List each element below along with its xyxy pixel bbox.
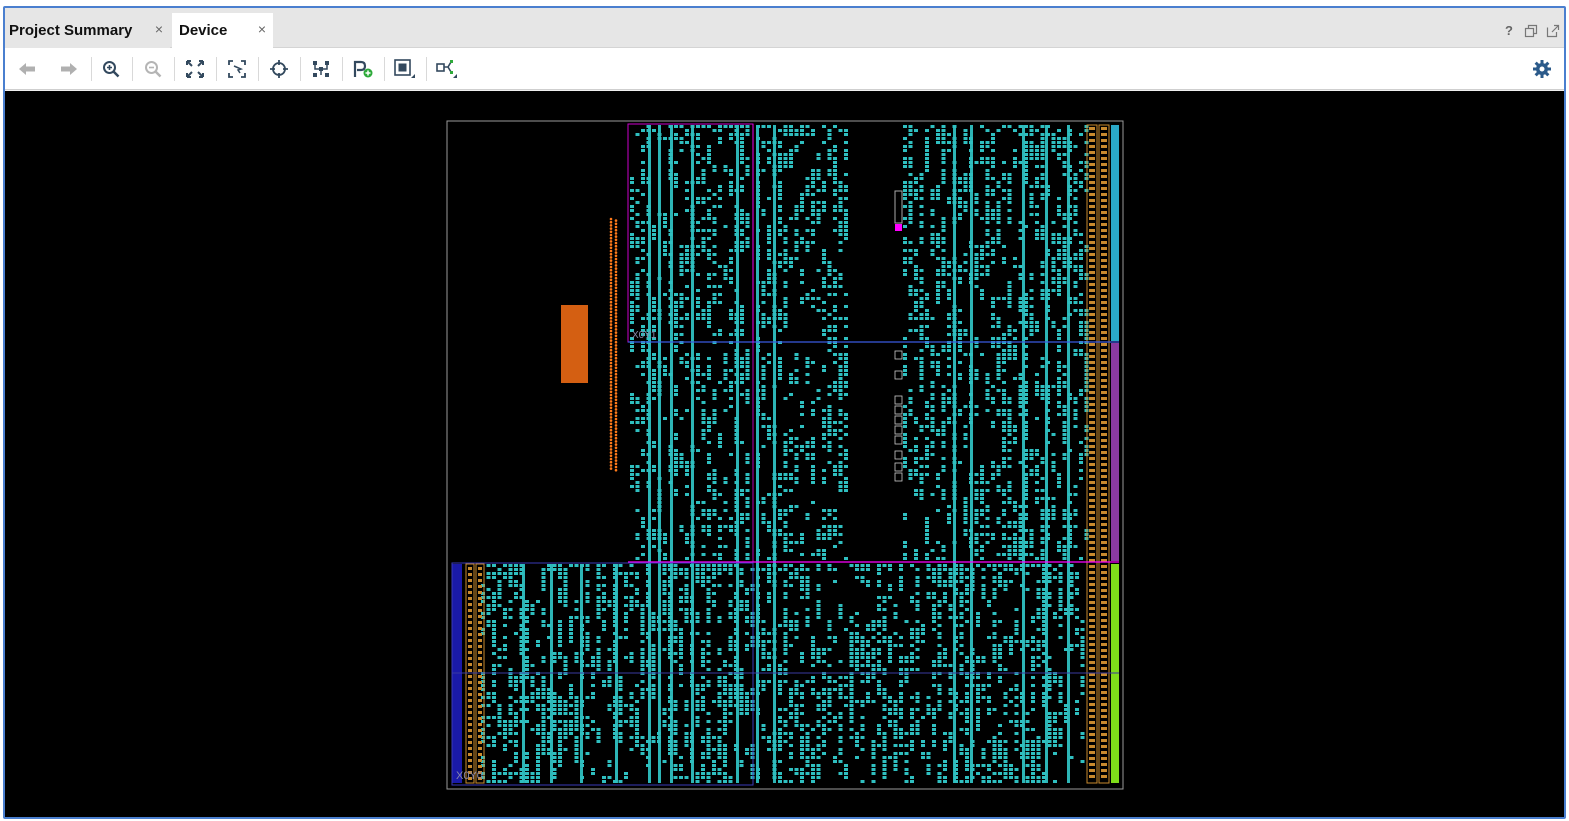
toolbar-separator: [91, 57, 92, 81]
tab-project-summary-label: Project Summary: [9, 22, 133, 39]
resource-column: [648, 125, 651, 783]
pblock-rectangle[interactable]: [561, 305, 588, 383]
site-outline: [894, 405, 903, 415]
toolbar-separator: [174, 57, 175, 81]
resource-column: [970, 125, 973, 783]
resource-column: [773, 125, 776, 783]
device-canvas[interactable]: X0Y1 X0Y0: [5, 91, 1566, 819]
resource-column: [756, 125, 759, 783]
device-floorplan[interactable]: X0Y1 X0Y0: [5, 91, 1566, 819]
resource-column: [1022, 125, 1025, 783]
create-pblock-button[interactable]: [351, 57, 375, 81]
tab-device[interactable]: Device ×: [172, 13, 273, 48]
toolbar-separator: [342, 57, 343, 81]
zoom-selected-button[interactable]: [225, 57, 249, 81]
region-stripe: [1111, 125, 1119, 341]
close-icon[interactable]: ×: [255, 22, 269, 36]
device-view-options-button[interactable]: [393, 57, 417, 81]
arrow-right-icon: [61, 63, 77, 75]
clock-region-label-x0y1: X0Y1: [632, 330, 657, 341]
placed-pins: [609, 217, 618, 472]
help-icon[interactable]: ?: [1502, 24, 1516, 38]
toolbar-separator: [300, 57, 301, 81]
site-outline: [894, 462, 903, 472]
nets-options-icon: [436, 60, 457, 78]
clock-region-label-x0y0: X0Y0: [456, 770, 483, 782]
clock-region-outline: [627, 123, 754, 343]
float-icon[interactable]: [1546, 24, 1560, 38]
site-outline: [894, 370, 903, 380]
pblock-add-icon: [353, 60, 373, 78]
expand-icon: [186, 60, 204, 78]
resource-column: [1067, 125, 1070, 783]
site-outline: [894, 395, 903, 405]
region-stripe: [1111, 343, 1119, 561]
back-button[interactable]: [15, 57, 39, 81]
tab-strip: Project Summary × Device × ?: [5, 8, 1564, 48]
tab-device-label: Device: [179, 22, 228, 39]
toolbar-separator: [132, 57, 133, 81]
gear-icon[interactable]: [1530, 57, 1554, 81]
selected-site: [895, 224, 902, 231]
device-window: Project Summary × Device × ? X0Y1 X0Y0: [3, 6, 1566, 819]
routing-icon: [313, 61, 329, 77]
site-outline: [894, 450, 903, 460]
window-controls: ?: [1502, 24, 1560, 38]
site-outline: [894, 350, 903, 360]
logic-cells: [481, 125, 1089, 783]
zoom-in-icon: [103, 61, 120, 78]
toolbar-separator: [384, 57, 385, 81]
zoom-fit-button[interactable]: [183, 57, 207, 81]
toolbar-separator: [426, 57, 427, 81]
toolbar-separator: [258, 57, 259, 81]
tab-project-summary[interactable]: Project Summary ×: [5, 13, 170, 48]
site-outline: [894, 425, 903, 435]
resource-column: [1045, 125, 1048, 783]
resource-column: [670, 125, 673, 783]
nets-options-button[interactable]: [435, 57, 459, 81]
site-outline: [894, 415, 903, 425]
autofit-selection-button[interactable]: [267, 57, 291, 81]
crosshair-icon: [270, 60, 288, 78]
selected-site-outline: [894, 190, 903, 224]
view-options-icon: [394, 59, 415, 78]
show-routing-button[interactable]: [309, 57, 333, 81]
site-outline: [894, 472, 903, 482]
site-outline: [894, 435, 903, 445]
restore-icon[interactable]: [1524, 24, 1538, 38]
zoom-in-button[interactable]: [99, 57, 123, 81]
device-toolbar: [5, 48, 1564, 90]
arrow-left-icon: [19, 63, 35, 75]
resource-column: [736, 125, 739, 783]
forward-button[interactable]: [57, 57, 81, 81]
zoom-selection-icon: [228, 60, 246, 78]
resource-column: [691, 125, 694, 783]
resource-column: [658, 125, 661, 783]
resource-column: [953, 125, 956, 783]
close-icon[interactable]: ×: [152, 22, 166, 36]
toolbar-separator: [216, 57, 217, 81]
zoom-out-button[interactable]: [141, 57, 165, 81]
zoom-out-icon: [145, 61, 162, 78]
